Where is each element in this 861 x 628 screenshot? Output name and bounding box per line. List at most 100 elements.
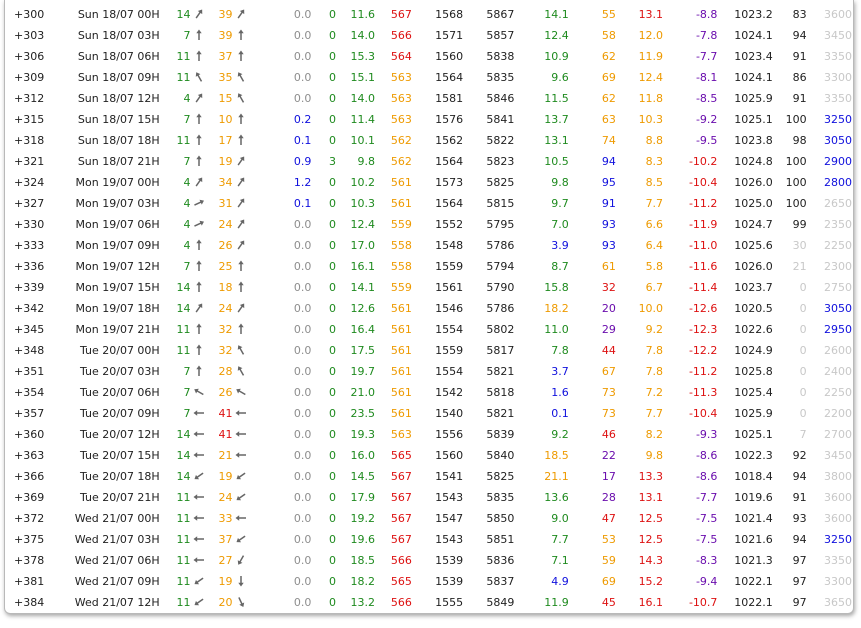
wind-speed: 11 (176, 512, 191, 525)
precipitation: 0.0 (293, 596, 312, 609)
forecast-time: Tue 20/07 09H (79, 407, 160, 420)
wind-gust: 19 (218, 575, 233, 588)
forecast-step: +360 (14, 428, 45, 441)
forecast-time: Wed 21/07 00H (74, 512, 160, 525)
cape-value: 53 (601, 533, 616, 546)
precipitation: 0.0 (293, 8, 312, 21)
mslp-value: 1024.1 (734, 71, 773, 84)
gust-direction (232, 88, 285, 109)
forecast-step: +318 (14, 134, 45, 147)
arrow-n-icon (235, 281, 247, 293)
freezing-level: 1560 (435, 449, 464, 462)
thickness-value: 5825 (486, 176, 515, 189)
arrow-n-icon (235, 260, 247, 272)
temperature: 18.2 (350, 575, 375, 588)
arrow-ne-icon (193, 92, 205, 104)
gust-direction (232, 403, 285, 424)
humidity-value: 562 (390, 134, 412, 147)
precipitation: 0.0 (293, 260, 312, 273)
forecast-step: +330 (14, 218, 45, 231)
t500-value: -10.2 (688, 155, 718, 168)
forecast-step: +345 (14, 323, 45, 336)
visibility-value: 2400 (824, 365, 852, 378)
gust-direction (232, 4, 285, 25)
table-row: +303 Sun 18/07 03H 7 39 0.0 0 14.0 566 1571 5857 1… (10, 25, 856, 46)
temperature: 12.6 (350, 302, 375, 315)
freezing-level: 1560 (435, 50, 464, 63)
t850-value: 9.0 (551, 512, 569, 525)
gust-direction (232, 508, 285, 529)
t500-value: -10.4 (688, 176, 718, 189)
visibility-value: 3600 (824, 491, 852, 504)
wind-direction (190, 319, 213, 340)
convective-precip: 0 (329, 596, 337, 609)
arrow-nw-icon (235, 365, 247, 377)
lifted-index: 6.7 (645, 281, 664, 294)
mslp-value: 1024.8 (734, 155, 773, 168)
wind-direction (190, 46, 213, 67)
humidity-value: 558 (390, 239, 412, 252)
lifted-index: 14.3 (638, 554, 664, 567)
wind-gust: 21 (218, 449, 233, 462)
temperature: 17.5 (350, 344, 375, 357)
t850-value: 9.6 (551, 71, 569, 84)
lifted-index: 16.1 (638, 596, 664, 609)
mslp-value: 1025.0 (734, 197, 773, 210)
arrow-ne-icon (235, 8, 247, 20)
t500-value: -11.0 (688, 239, 718, 252)
wind-gust: 39 (218, 8, 233, 21)
visibility-value: 3450 (824, 29, 852, 42)
cloud-cover: 97 (792, 575, 807, 588)
forecast-time: Sun 18/07 21H (77, 155, 160, 168)
gust-direction (232, 529, 285, 550)
arrow-sse-icon (235, 596, 247, 608)
visibility-value: 2300 (824, 260, 852, 273)
arrow-s-icon (235, 575, 247, 587)
gust-direction (232, 361, 285, 382)
wind-speed: 4 (183, 176, 191, 189)
visibility-value: 2900 (824, 155, 852, 168)
wind-gust: 24 (218, 218, 233, 231)
humidity-value: 559 (390, 218, 412, 231)
forecast-time: Mon 19/07 15H (75, 281, 160, 294)
t850-value: 9.7 (551, 197, 569, 210)
precipitation: 0.0 (293, 281, 312, 294)
temperature: 14.1 (350, 281, 375, 294)
arrow-n-icon (193, 281, 205, 293)
convective-precip: 0 (329, 260, 337, 273)
convective-precip: 0 (329, 134, 337, 147)
temperature: 11.6 (350, 8, 375, 21)
cape-value: 73 (601, 386, 616, 399)
cape-value: 20 (601, 302, 616, 315)
mslp-value: 1025.9 (734, 92, 773, 105)
cape-value: 73 (601, 407, 616, 420)
t500-value: -8.6 (695, 449, 718, 462)
gust-direction (232, 571, 285, 592)
temperature: 17.9 (350, 491, 375, 504)
mslp-value: 1025.6 (734, 239, 773, 252)
mslp-value: 1025.4 (734, 386, 773, 399)
forecast-time: Sun 18/07 12H (77, 92, 160, 105)
temperature: 19.2 (350, 512, 375, 525)
cape-value: 29 (601, 323, 616, 336)
forecast-time: Tue 20/07 15H (79, 449, 160, 462)
freezing-level: 1543 (435, 491, 464, 504)
humidity-value: 561 (390, 323, 412, 336)
wind-direction (190, 361, 213, 382)
convective-precip: 0 (329, 386, 337, 399)
mslp-value: 1021.3 (734, 554, 773, 567)
arrow-n-icon (193, 323, 205, 335)
wind-gust: 41 (218, 428, 233, 441)
wind-direction (190, 550, 213, 571)
thickness-value: 5835 (486, 491, 515, 504)
wind-direction (190, 508, 213, 529)
temperature: 10.1 (350, 134, 375, 147)
wind-speed: 11 (176, 596, 191, 609)
freezing-level: 1555 (435, 596, 464, 609)
mslp-value: 1023.8 (734, 134, 773, 147)
lifted-index: 8.2 (645, 428, 664, 441)
cloud-cover: 86 (792, 71, 807, 84)
cape-value: 28 (601, 491, 616, 504)
wind-gust: 26 (218, 386, 233, 399)
arrow-ne-icon (235, 302, 247, 314)
